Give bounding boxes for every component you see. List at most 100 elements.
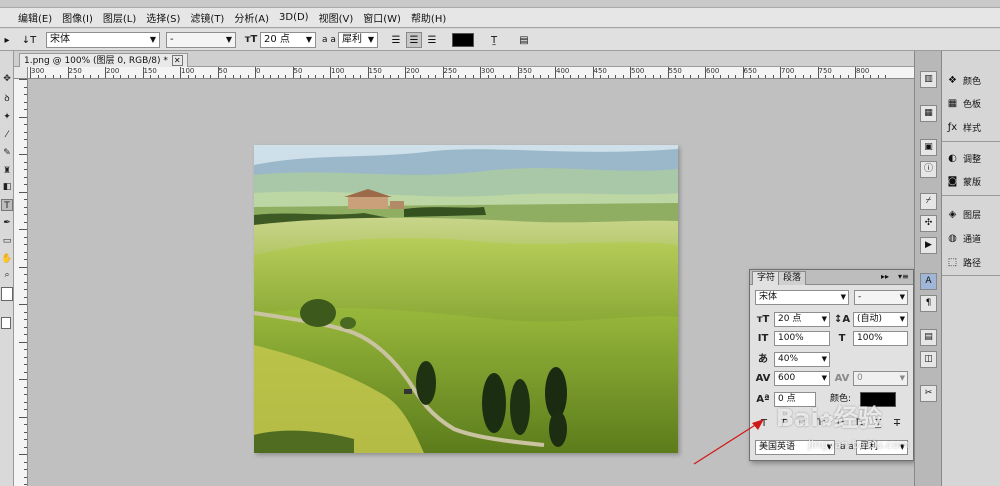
font-size-icon: ᴛT xyxy=(244,34,258,45)
menu-help[interactable]: 帮助(H) xyxy=(411,10,446,25)
paragraph-icon[interactable]: ¶ xyxy=(920,295,937,312)
ruler-tick xyxy=(652,75,654,78)
cp-kerning-select[interactable]: 0 ▼ xyxy=(853,371,908,386)
panel-adjustments[interactable]: ◐ 调整 xyxy=(946,149,981,167)
document-tab[interactable]: 1.png @ 100% (图层 0, RGB/8) * ✕ xyxy=(19,53,188,67)
shape-tool-icon[interactable]: ▭ xyxy=(1,235,13,247)
ruler-tick xyxy=(262,75,264,78)
color-icon: ❖ xyxy=(948,74,957,86)
watermark-url: jingyan.baidu.com xyxy=(808,438,910,451)
chevron-down-icon: ▼ xyxy=(821,315,827,323)
font-family-select[interactable]: 宋体 ▼ xyxy=(46,32,160,48)
ruler-tick xyxy=(24,409,27,410)
ruler-tick xyxy=(127,75,129,78)
strikethrough-button[interactable]: T xyxy=(889,416,905,431)
panel-channels[interactable]: ◍ 通道 xyxy=(946,229,981,247)
layer-comps-icon[interactable]: ◫ xyxy=(920,351,937,368)
hand-tool-icon[interactable]: ✋ xyxy=(1,253,13,265)
menu-layer[interactable]: 图层(L) xyxy=(103,10,136,25)
panel-menu-icon[interactable]: ▾≡ xyxy=(898,272,909,281)
ruler-tick xyxy=(24,431,27,433)
quick-mask-icon[interactable] xyxy=(1,317,11,329)
panel-collapse-icon[interactable]: ▸▸ xyxy=(881,272,889,281)
font-size-icon: ᴛT xyxy=(756,314,770,325)
toggle-panels-icon[interactable]: ▤ xyxy=(516,32,532,48)
tab-paragraph[interactable]: 段落 xyxy=(778,271,807,285)
align-right-icon[interactable]: ☰ xyxy=(424,32,440,48)
ruler-tick-label: 250 xyxy=(443,67,457,75)
tracking-icon: AV xyxy=(755,373,771,384)
histogram-icon[interactable]: ▥ xyxy=(920,71,937,88)
font-style-select[interactable]: - ▼ xyxy=(166,32,236,48)
stamp-tool-icon[interactable]: ♜ xyxy=(1,165,13,177)
text-orientation-icon[interactable]: ↓T xyxy=(20,32,38,48)
panel-layers[interactable]: ◈ 图层 xyxy=(946,205,981,223)
panel-swatches[interactable]: ▦ 色板 xyxy=(946,94,981,112)
cp-tracking-select[interactable]: 600 ▼ xyxy=(774,371,830,386)
tab-character[interactable]: 字符 xyxy=(752,271,781,285)
menu-select[interactable]: 选择(S) xyxy=(146,10,180,25)
ruler-tick xyxy=(780,67,781,78)
cp-font-size-select[interactable]: 20 点 ▼ xyxy=(774,312,830,327)
align-center-icon[interactable]: ☰ xyxy=(406,32,422,48)
menu-analysis[interactable]: 分析(A) xyxy=(234,10,269,25)
cp-font-style-select[interactable]: - ▼ xyxy=(854,290,908,305)
warp-text-icon[interactable]: T̰ xyxy=(486,32,502,48)
ruler-tick xyxy=(502,75,504,78)
tool-preset-arrow-icon[interactable]: ▸ xyxy=(2,32,12,48)
ruler-tick xyxy=(24,334,27,335)
cp-tsume-select[interactable]: 40% ▼ xyxy=(774,352,830,367)
vertical-ruler[interactable] xyxy=(14,79,28,486)
ruler-tick xyxy=(870,75,871,78)
type-tool-icon[interactable]: T xyxy=(1,199,13,211)
notes-icon[interactable]: ▤ xyxy=(920,329,937,346)
ruler-tick xyxy=(757,75,759,78)
antialias-select[interactable]: 犀利 ▼ xyxy=(338,32,378,48)
menu-edit[interactable]: 编辑(E) xyxy=(18,10,52,25)
eraser-tool-icon[interactable]: ◧ xyxy=(1,181,13,193)
ruler-tick xyxy=(24,214,27,215)
brush-tool-icon[interactable]: ✎ xyxy=(1,147,13,159)
ruler-tick xyxy=(24,386,27,388)
ruler-tick xyxy=(135,75,136,78)
zoom-tool-icon[interactable]: ⌕ xyxy=(1,269,13,281)
text-color-swatch[interactable] xyxy=(452,33,474,47)
panel-paths[interactable]: ⬚ 路径 xyxy=(946,253,981,271)
ruler-tick xyxy=(397,75,399,78)
font-size-select[interactable]: 20 点 ▼ xyxy=(260,32,316,48)
cp-horizontal-scale-input[interactable]: 100% xyxy=(853,331,908,346)
menu-window[interactable]: 窗口(W) xyxy=(363,10,401,25)
eyedropper-tool-icon[interactable]: ⁄ xyxy=(1,129,13,141)
ruler-tick xyxy=(690,75,691,78)
panel-masks[interactable]: ◙ 蒙版 xyxy=(946,172,981,190)
character-icon[interactable]: A xyxy=(920,273,937,290)
landscape-image[interactable] xyxy=(254,145,678,453)
menu-view[interactable]: 视图(V) xyxy=(319,10,354,25)
panel-color[interactable]: ❖ 颜色 xyxy=(946,71,981,89)
cp-leading-select[interactable]: (自动) ▼ xyxy=(853,312,908,327)
menu-3d[interactable]: 3D(D) xyxy=(279,12,309,23)
ruler-tick xyxy=(825,75,826,78)
menu-image[interactable]: 图像(I) xyxy=(62,10,93,25)
horizontal-ruler[interactable]: 300 250 200 150 100 50 0 50 100 150 200 250 300 350 40… xyxy=(28,67,914,79)
actions-icon[interactable]: ▶ xyxy=(920,237,937,254)
panel-styles[interactable]: ƒx 样式 xyxy=(946,118,981,136)
navigator-icon[interactable]: ▣ xyxy=(920,139,937,156)
pen-tool-icon[interactable]: ✒ xyxy=(1,217,13,229)
menu-filter[interactable]: 滤镜(T) xyxy=(190,10,224,25)
foreground-color-swatch[interactable] xyxy=(1,287,13,301)
close-icon[interactable]: ✕ xyxy=(171,55,183,66)
ruler-tick xyxy=(637,75,639,78)
info-icon[interactable]: ⓘ xyxy=(920,161,937,178)
magic-wand-tool-icon[interactable]: ✦ xyxy=(1,111,13,123)
cp-vertical-scale-input[interactable]: 100% xyxy=(774,331,830,346)
move-tool-icon[interactable]: ✥ xyxy=(1,73,13,85)
align-left-icon[interactable]: ☰ xyxy=(388,32,404,48)
lasso-tool-icon[interactable]: ꝺ xyxy=(1,93,13,105)
history-icon[interactable]: ▦ xyxy=(920,105,937,122)
clone-source-icon[interactable]: ✣ xyxy=(920,215,937,232)
tool-presets-icon[interactable]: ✂ xyxy=(920,385,937,402)
brushes-icon[interactable]: ⌿ xyxy=(920,193,937,210)
cp-font-family-select[interactable]: 宋体 ▼ xyxy=(755,290,849,305)
ruler-tick xyxy=(19,154,27,155)
